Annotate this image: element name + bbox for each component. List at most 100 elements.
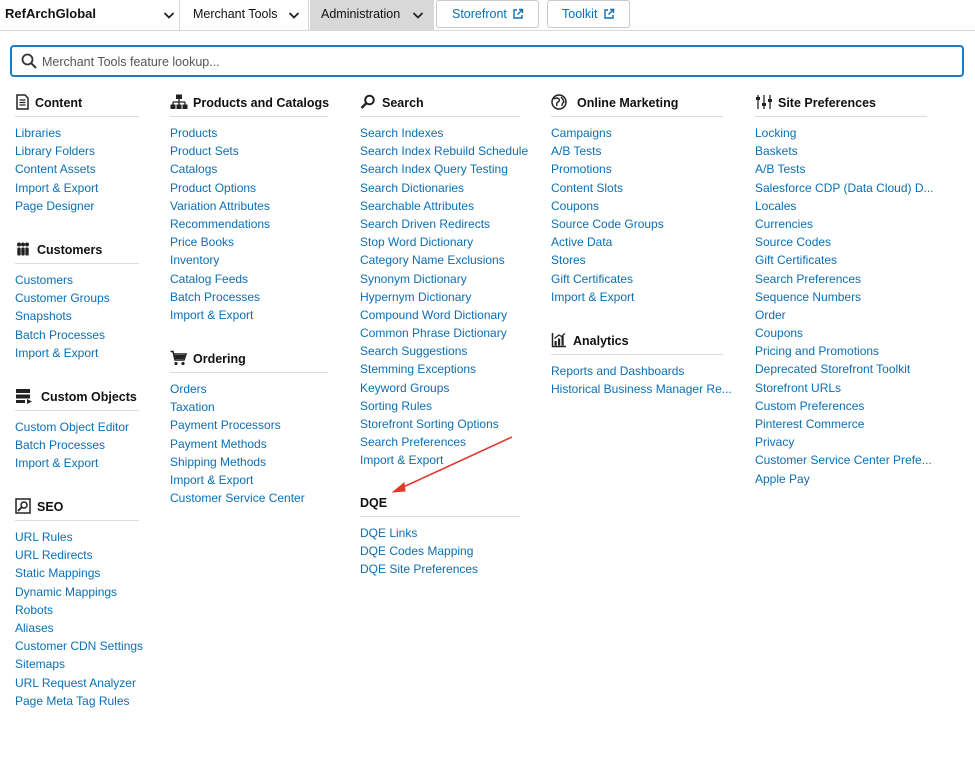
link-variation-attributes[interactable]: Variation Attributes — [170, 197, 328, 215]
toolkit-button[interactable]: Toolkit — [547, 0, 630, 28]
link-privacy[interactable]: Privacy — [755, 433, 927, 451]
link-batch-processes[interactable]: Batch Processes — [15, 436, 139, 454]
link-custom-object-editor[interactable]: Custom Object Editor — [15, 418, 139, 436]
link-import-export[interactable]: Import & Export — [15, 179, 139, 197]
link-pinterest-commerce[interactable]: Pinterest Commerce — [755, 415, 927, 433]
link-stop-word-dictionary[interactable]: Stop Word Dictionary — [360, 233, 520, 251]
link-sitemaps[interactable]: Sitemaps — [15, 655, 139, 673]
link-storefront-urls[interactable]: Storefront URLs — [755, 379, 927, 397]
link-custom-preferences[interactable]: Custom Preferences — [755, 397, 927, 415]
link-stores[interactable]: Stores — [551, 251, 723, 269]
link-sorting-rules[interactable]: Sorting Rules — [360, 397, 520, 415]
merchant-tools-menu[interactable]: Merchant Tools — [181, 0, 309, 30]
link-dynamic-mappings[interactable]: Dynamic Mappings — [15, 583, 139, 601]
link-import-export[interactable]: Import & Export — [15, 454, 139, 472]
link-search-preferences[interactable]: Search Preferences — [755, 270, 927, 288]
link-recommendations[interactable]: Recommendations — [170, 215, 328, 233]
link-shipping-methods[interactable]: Shipping Methods — [170, 453, 328, 471]
link-library-folders[interactable]: Library Folders — [15, 142, 139, 160]
link-currencies[interactable]: Currencies — [755, 215, 927, 233]
link-salesforce-cdp[interactable]: Salesforce CDP (Data Cloud) D... — [755, 179, 934, 197]
link-gift-certificates[interactable]: Gift Certificates — [551, 270, 723, 288]
link-storefront-sorting-options[interactable]: Storefront Sorting Options — [360, 415, 520, 433]
link-content-slots[interactable]: Content Slots — [551, 179, 723, 197]
link-taxation[interactable]: Taxation — [170, 398, 328, 416]
link-locking[interactable]: Locking — [755, 124, 927, 142]
link-import-export[interactable]: Import & Export — [551, 288, 723, 306]
link-price-books[interactable]: Price Books — [170, 233, 328, 251]
link-search-indexes[interactable]: Search Indexes — [360, 124, 520, 142]
link-campaigns[interactable]: Campaigns — [551, 124, 723, 142]
link-import-export[interactable]: Import & Export — [170, 306, 328, 324]
link-page-designer[interactable]: Page Designer — [15, 197, 139, 215]
link-dqe-site-preferences[interactable]: DQE Site Preferences — [360, 560, 520, 578]
link-url-rules[interactable]: URL Rules — [15, 528, 139, 546]
link-customer-cdn-settings[interactable]: Customer CDN Settings — [15, 637, 143, 655]
link-promotions[interactable]: Promotions — [551, 160, 723, 178]
link-historical-business-manager-reports[interactable]: Historical Business Manager Re... — [551, 380, 732, 398]
link-robots[interactable]: Robots — [15, 601, 139, 619]
link-deprecated-storefront-toolkit[interactable]: Deprecated Storefront Toolkit — [755, 360, 927, 378]
link-batch-processes[interactable]: Batch Processes — [15, 326, 139, 344]
link-locales[interactable]: Locales — [755, 197, 927, 215]
link-catalogs[interactable]: Catalogs — [170, 160, 328, 178]
link-baskets[interactable]: Baskets — [755, 142, 927, 160]
link-import-export[interactable]: Import & Export — [360, 451, 520, 469]
link-reports-and-dashboards[interactable]: Reports and Dashboards — [551, 362, 723, 380]
link-products[interactable]: Products — [170, 124, 328, 142]
link-payment-processors[interactable]: Payment Processors — [170, 416, 328, 434]
link-pricing-and-promotions[interactable]: Pricing and Promotions — [755, 342, 927, 360]
link-hypernym-dictionary[interactable]: Hypernym Dictionary — [360, 288, 520, 306]
link-ab-tests[interactable]: A/B Tests — [755, 160, 927, 178]
link-search-dictionaries[interactable]: Search Dictionaries — [360, 179, 520, 197]
link-content-assets[interactable]: Content Assets — [15, 160, 139, 178]
link-source-code-groups[interactable]: Source Code Groups — [551, 215, 723, 233]
link-product-sets[interactable]: Product Sets — [170, 142, 328, 160]
link-apple-pay[interactable]: Apple Pay — [755, 470, 927, 488]
link-sequence-numbers[interactable]: Sequence Numbers — [755, 288, 927, 306]
link-source-codes[interactable]: Source Codes — [755, 233, 927, 251]
link-dqe-links[interactable]: DQE Links — [360, 524, 520, 542]
link-customer-service-center[interactable]: Customer Service Center — [170, 489, 328, 507]
link-import-export[interactable]: Import & Export — [15, 344, 139, 362]
link-search-preferences[interactable]: Search Preferences — [360, 433, 520, 451]
link-search-driven-redirects[interactable]: Search Driven Redirects — [360, 215, 520, 233]
storefront-button[interactable]: Storefront — [436, 0, 539, 28]
link-payment-methods[interactable]: Payment Methods — [170, 435, 328, 453]
link-page-meta-tag-rules[interactable]: Page Meta Tag Rules — [15, 692, 139, 710]
link-coupons[interactable]: Coupons — [551, 197, 723, 215]
link-search-suggestions[interactable]: Search Suggestions — [360, 342, 520, 360]
link-gift-certificates[interactable]: Gift Certificates — [755, 251, 927, 269]
link-dqe-codes-mapping[interactable]: DQE Codes Mapping — [360, 542, 520, 560]
link-order[interactable]: Order — [755, 306, 927, 324]
link-category-name-exclusions[interactable]: Category Name Exclusions — [360, 251, 520, 269]
link-search-index-rebuild-schedule[interactable]: Search Index Rebuild Schedule — [360, 142, 528, 160]
link-customer-service-center-preferences[interactable]: Customer Service Center Prefe... — [755, 451, 932, 469]
link-snapshots[interactable]: Snapshots — [15, 307, 139, 325]
link-customer-groups[interactable]: Customer Groups — [15, 289, 139, 307]
link-active-data[interactable]: Active Data — [551, 233, 723, 251]
link-libraries[interactable]: Libraries — [15, 124, 139, 142]
link-url-request-analyzer[interactable]: URL Request Analyzer — [15, 674, 139, 692]
link-batch-processes[interactable]: Batch Processes — [170, 288, 328, 306]
link-url-redirects[interactable]: URL Redirects — [15, 546, 139, 564]
link-keyword-groups[interactable]: Keyword Groups — [360, 379, 520, 397]
link-orders[interactable]: Orders — [170, 380, 328, 398]
link-aliases[interactable]: Aliases — [15, 619, 139, 637]
link-compound-word-dictionary[interactable]: Compound Word Dictionary — [360, 306, 520, 324]
link-static-mappings[interactable]: Static Mappings — [15, 564, 139, 582]
site-selector[interactable]: RefArchGlobal — [0, 0, 180, 30]
link-stemming-exceptions[interactable]: Stemming Exceptions — [360, 360, 520, 378]
link-search-index-query-testing[interactable]: Search Index Query Testing — [360, 160, 520, 178]
link-product-options[interactable]: Product Options — [170, 179, 328, 197]
link-coupons[interactable]: Coupons — [755, 324, 927, 342]
link-catalog-feeds[interactable]: Catalog Feeds — [170, 270, 328, 288]
feature-lookup-input[interactable] — [40, 51, 944, 73]
link-searchable-attributes[interactable]: Searchable Attributes — [360, 197, 520, 215]
administration-menu[interactable]: Administration — [310, 0, 434, 30]
link-import-export[interactable]: Import & Export — [170, 471, 328, 489]
link-synonym-dictionary[interactable]: Synonym Dictionary — [360, 270, 520, 288]
link-common-phrase-dictionary[interactable]: Common Phrase Dictionary — [360, 324, 520, 342]
link-customers[interactable]: Customers — [15, 271, 139, 289]
link-inventory[interactable]: Inventory — [170, 251, 328, 269]
